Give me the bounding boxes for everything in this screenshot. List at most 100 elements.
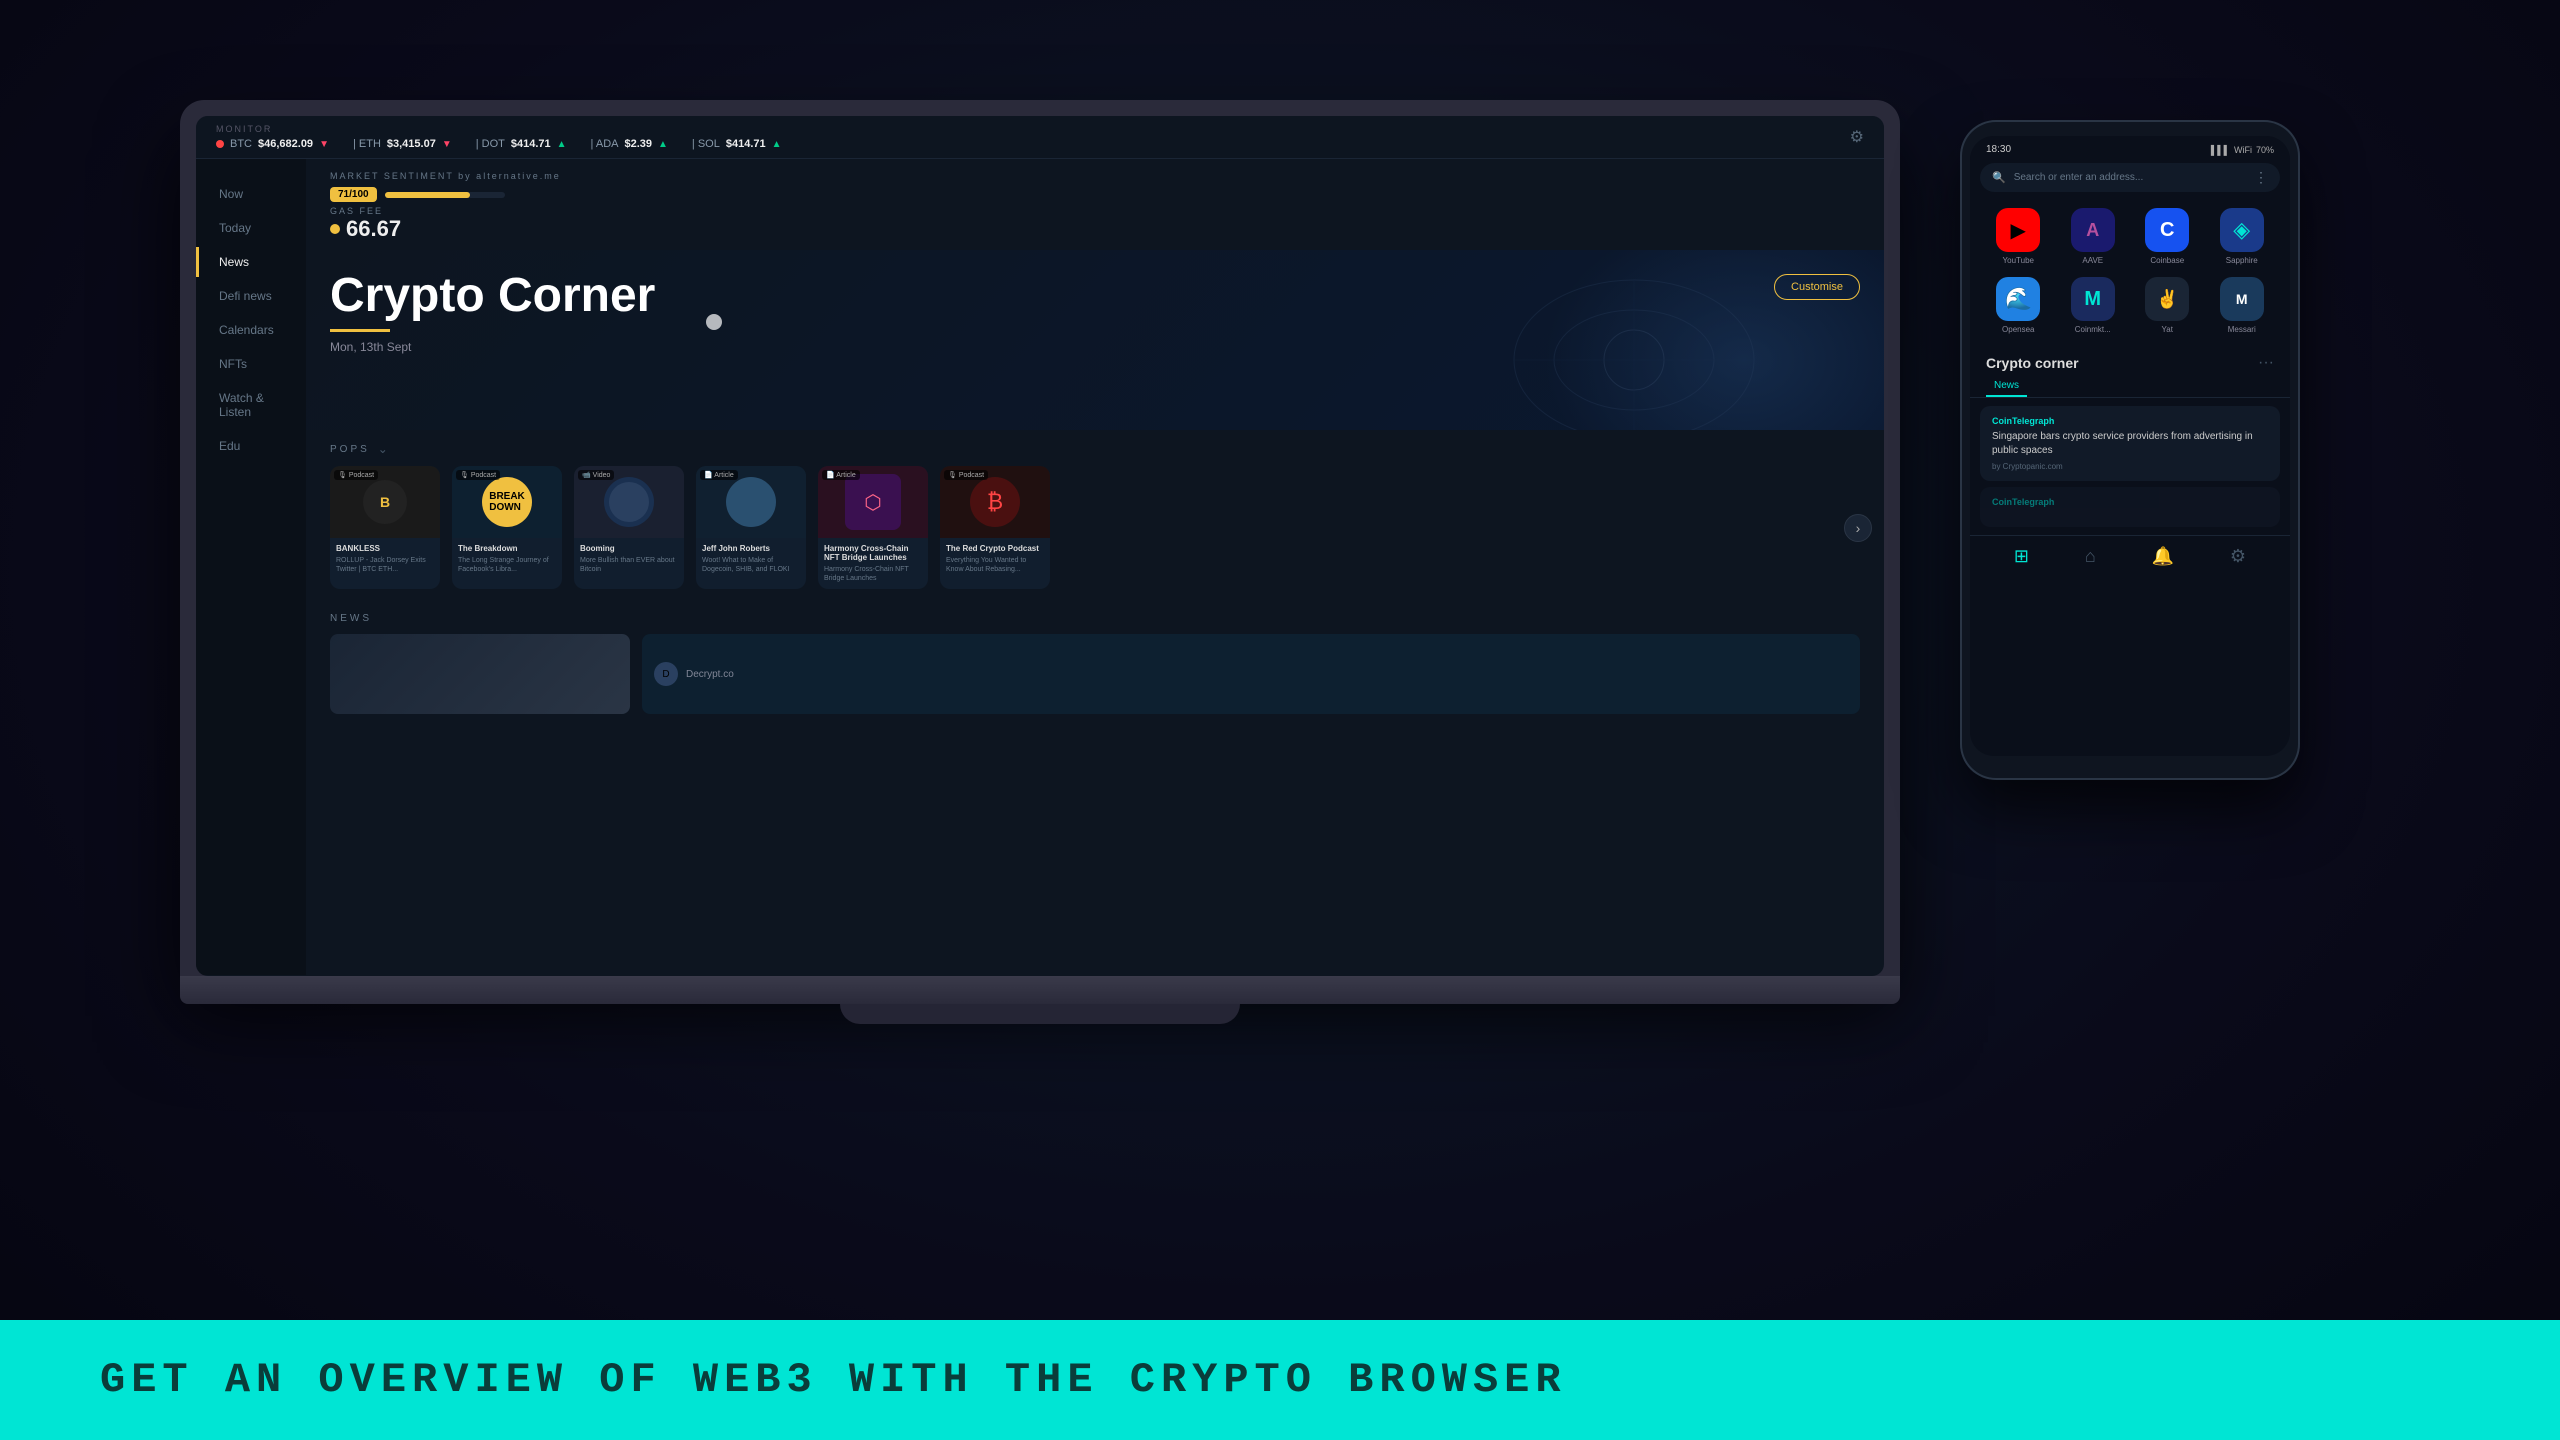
bankless-name: BANKLESS [336,544,434,553]
harmony-desc: Harmony Cross-Chain NFT Bridge Launches [824,565,922,583]
pop-card-breakdown[interactable]: 🎙 Podcast BREAKDOWN The Breakdown The Lo… [452,466,562,589]
phone-battery: 70% [2256,145,2274,155]
sol-price: $414.71 [726,138,766,150]
harmony-type-label: 📄 Article [822,470,860,480]
ticker-dot: | DOT $414.71 ▲ [476,138,567,150]
breakdown-type-label: 🎙 Podcast [456,470,500,480]
phone-news-source-2: CoinTelegraph [1992,497,2268,507]
sapphire-label: Sapphire [2226,256,2258,265]
sentiment-bar [385,192,505,198]
pop-card-harmony[interactable]: 📄 Article ⬡ Harmony Cross-Chain NFT Brid… [818,466,928,589]
eth-arrow: ▼ [442,139,452,150]
phone-app-coinmkt[interactable]: M Coinmkt... [2061,277,2126,334]
collapse-icon[interactable]: ⌄ [378,442,391,456]
ticker-eth: | ETH $3,415.07 ▼ [353,138,452,150]
phone-app-yat[interactable]: ✌ Yat [2135,277,2200,334]
phone-nav-bell-icon[interactable]: 🔔 [2152,546,2174,567]
phone-news-card-2[interactable]: CoinTelegraph [1980,487,2280,527]
settings-icon[interactable]: ⚙ [1850,127,1864,147]
booming-name: Booming [580,544,678,553]
phone-status-icons: ▌▌▌ WiFi 70% [2211,145,2274,155]
phone-search-icon: 🔍 [1992,171,2006,184]
phone-app-coinbase[interactable]: C Coinbase [2135,208,2200,265]
sidebar-item-nfts[interactable]: NFTs [196,349,306,379]
sol-name: | SOL [692,138,720,150]
phone-news-meta-1: by Cryptopanic.com [1992,462,2268,471]
phone-section-header: Crypto corner ··· [1970,346,2290,376]
news-section: NEWS D Decrypt.co [306,601,1884,726]
gas-label: GAS FEE [330,206,1860,216]
customise-button[interactable]: Customise [1774,274,1860,300]
ticker-ada: | ADA $2.39 ▲ [591,138,668,150]
redcrypto-info: The Red Crypto Podcast Everything You Wa… [940,538,1050,580]
btc-dot [216,140,224,148]
eth-name: | ETH [353,138,381,150]
sentiment-bar-fill [385,192,470,198]
sidebar-item-watchlisten[interactable]: Watch & Listen [196,383,306,427]
news-label: NEWS [330,613,1860,624]
aave-icon: A [2071,208,2115,252]
booming-thumb: 📹 Video [574,466,684,538]
sidebar-item-today[interactable]: Today [196,213,306,243]
coinbase-label: Coinbase [2150,256,2184,265]
breakdown-thumb: 🎙 Podcast BREAKDOWN [452,466,562,538]
phone-wrapper: 18:30 ▌▌▌ WiFi 70% 🔍 Search or enter an … [1960,120,2300,780]
coinmkt-label: Coinmkt... [2075,325,2111,334]
booming-icon [604,477,654,527]
jeff-name: Jeff John Roberts [702,544,800,553]
phone-time: 18:30 [1986,144,2011,155]
phone-tab-news[interactable]: News [1986,376,2027,397]
laptop-container: MONITOR BTC $46,682.09 ▼ | ETH $3,415.07… [180,100,1900,1024]
sidebar-item-defi[interactable]: Defi news [196,281,306,311]
phone-address-bar[interactable]: 🔍 Search or enter an address... ⋮ [1980,163,2280,192]
pop-card-booming[interactable]: 📹 Video Booming More Bullish than EVER a… [574,466,684,589]
opensea-label: Opensea [2002,325,2034,334]
phone-news-card-1[interactable]: CoinTelegraph Singapore bars crypto serv… [1980,406,2280,481]
sidebar-item-calendars[interactable]: Calendars [196,315,306,345]
breakdown-icon: BREAKDOWN [482,477,532,527]
crypto-date: Mon, 13th Sept [330,340,1860,354]
sidebar: Now Today News Defi news Calendars NFTs … [196,159,306,975]
pop-card-redcrypto[interactable]: 🎙 Podcast ₿ The Red Crypto Podcast Every… [940,466,1050,589]
phone-app-youtube[interactable]: ▶ YouTube [1986,208,2051,265]
gas-value: 66.67 [330,216,1860,242]
sentiment-section: MARKET SENTIMENT by alternative.me 71/10… [306,159,1884,250]
phone-nav-settings-icon[interactable]: ⚙ [2230,546,2246,567]
news-main-image [330,634,630,714]
harmony-name: Harmony Cross-Chain NFT Bridge Launches [824,544,922,562]
bankless-type-label: 🎙 Podcast [334,470,378,480]
news-source-card[interactable]: D Decrypt.co [642,634,1860,714]
phone-more-icon[interactable]: ⋮ [2254,169,2268,186]
sidebar-item-news[interactable]: News [196,247,306,277]
ticker-btc: BTC $46,682.09 ▼ [216,138,329,150]
phone-section-title: Crypto corner [1986,355,2079,371]
main-layout: Now Today News Defi news Calendars NFTs … [196,159,1884,975]
news-main-card[interactable] [330,634,630,714]
sidebar-item-edu[interactable]: Edu [196,431,306,461]
phone-search-input[interactable]: Search or enter an address... [2014,172,2246,183]
pops-section: POPS ⌄ 🎙 Podcast B BANKLESS [306,430,1884,601]
sidebar-item-now[interactable]: Now [196,179,306,209]
bankless-icon: B [363,480,407,524]
phone-app-messari[interactable]: M Messari [2210,277,2275,334]
phone-tab-bar: News [1970,376,2290,398]
phone-nav-tabs-icon[interactable]: ⊞ [2014,546,2029,567]
carousel-next-button[interactable]: › [1844,514,1872,542]
redcrypto-type-label: 🎙 Podcast [944,470,988,480]
phone-app-aave[interactable]: A AAVE [2061,208,2126,265]
breakdown-desc: The Long Strange Journey of Facebook's L… [458,556,556,574]
phone-app-opensea[interactable]: 🌊 Opensea [1986,277,2051,334]
pop-card-bankless[interactable]: 🎙 Podcast B BANKLESS ROLLUP - Jack Dorse… [330,466,440,589]
phone-apps-grid-1: ▶ YouTube A AAVE C Coinbase ◈ Sapphire [1970,196,2290,277]
coinbase-icon: C [2145,208,2189,252]
phone-nav-home-icon[interactable]: ⌂ [2085,546,2096,567]
ticker-sol: | SOL $414.71 ▲ [692,138,782,150]
pop-card-jeff[interactable]: 📄 Article Jeff John Roberts Woot! What t… [696,466,806,589]
sentiment-value: 71/100 [330,187,377,202]
breakdown-name: The Breakdown [458,544,556,553]
phone-app-sapphire[interactable]: ◈ Sapphire [2210,208,2275,265]
phone-section-more[interactable]: ··· [2258,354,2274,372]
booming-desc: More Bullish than EVER about Bitcoin [580,556,678,574]
phone-signal-icon: ▌▌▌ [2211,145,2230,155]
phone-screen: 18:30 ▌▌▌ WiFi 70% 🔍 Search or enter an … [1970,136,2290,756]
